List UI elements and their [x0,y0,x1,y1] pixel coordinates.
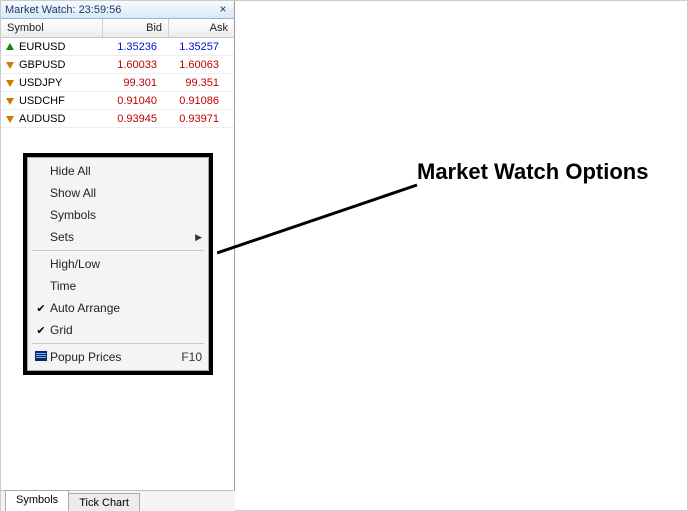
bid-cell: 0.93945 [101,113,163,125]
table-row[interactable]: GBPUSD 1.600331.60063 [1,56,234,74]
menu-item-high-low[interactable]: High/Low [28,253,208,275]
menu-item-grid[interactable]: ✔Grid [28,319,208,341]
menu-item-label: Auto Arrange [50,301,202,315]
submenu-arrow-icon: ▶ [195,232,202,243]
menu-item-label: High/Low [50,257,202,271]
panel-title-time: 23:59:56 [79,4,122,16]
header-bid[interactable]: Bid [103,22,168,34]
quote-rows: EURUSD 1.352361.35257 GBPUSD 1.600331.60063… [1,38,234,128]
menu-item-shortcut: F10 [181,350,202,364]
close-icon[interactable]: × [216,3,230,17]
menu-item-hide-all[interactable]: Hide All [28,160,208,182]
tab-symbols[interactable]: Symbols [5,490,69,511]
arrow-down-icon [5,96,15,106]
bid-cell: 99.301 [101,77,163,89]
table-row[interactable]: USDJPY 99.30199.351 [1,74,234,92]
symbol-cell: AUDUSD [1,113,101,125]
popup-prices-icon [32,351,50,364]
bid-cell: 1.60033 [101,59,163,71]
menu-item-label: Hide All [50,164,202,178]
ask-cell: 1.60063 [163,59,225,71]
menu-item-auto-arrange[interactable]: ✔Auto Arrange [28,297,208,319]
symbol-text: USDJPY [19,77,62,89]
arrow-down-icon [5,60,15,70]
symbol-text: EURUSD [19,41,65,53]
menu-item-symbols[interactable]: Symbols [28,204,208,226]
table-header: Symbol Bid Ask [1,19,234,38]
table-row[interactable]: AUDUSD 0.939450.93971 [1,110,234,128]
ask-cell: 99.351 [163,77,225,89]
ask-cell: 0.91086 [163,95,225,107]
symbol-cell: EURUSD [1,41,101,53]
symbol-cell: USDCHF [1,95,101,107]
ask-cell: 0.93971 [163,113,225,125]
annotation-arrow [217,169,437,269]
header-ask[interactable]: Ask [169,22,234,34]
symbol-text: USDCHF [19,95,65,107]
menu-item-time[interactable]: Time [28,275,208,297]
table-row[interactable]: EURUSD 1.352361.35257 [1,38,234,56]
menu-item-label: Sets [50,230,195,244]
menu-item-label: Popup Prices [50,350,175,364]
tab-tick-chart[interactable]: Tick Chart [68,493,140,511]
menu-item-popup-prices[interactable]: Popup Prices F10 [28,346,208,368]
arrow-up-icon [5,42,15,52]
symbol-text: AUDUSD [19,113,65,125]
menu-item-label: Grid [50,323,202,337]
menu-item-sets[interactable]: Sets▶ [28,226,208,248]
context-menu-callout: Hide All Show All Symbols Sets▶ High/Low Time… [23,153,213,375]
symbol-cell: GBPUSD [1,59,101,71]
menu-item-label: Show All [50,186,202,200]
arrow-down-icon [5,114,15,124]
symbol-text: GBPUSD [19,59,65,71]
ask-cell: 1.35257 [163,41,225,53]
check-icon: ✔ [32,324,50,337]
table-row[interactable]: USDCHF 0.910400.91086 [1,92,234,110]
arrow-down-icon [5,78,15,88]
annotation-label: Market Watch Options [417,159,648,185]
header-symbol[interactable]: Symbol [1,22,102,34]
check-icon: ✔ [32,302,50,315]
panel-tabs: Symbols Tick Chart [1,490,235,511]
menu-item-label: Time [50,279,202,293]
panel-title-prefix: Market Watch: [5,4,79,16]
panel-title: Market Watch: 23:59:56 [5,4,216,16]
bid-cell: 0.91040 [101,95,163,107]
menu-separator [32,250,204,251]
tab-strip-end [139,494,150,511]
menu-item-show-all[interactable]: Show All [28,182,208,204]
panel-titlebar: Market Watch: 23:59:56 × [1,1,234,19]
bid-cell: 1.35236 [101,41,163,53]
menu-separator [32,343,204,344]
context-menu[interactable]: Hide All Show All Symbols Sets▶ High/Low Time… [27,157,209,371]
symbol-cell: USDJPY [1,77,101,89]
menu-item-label: Symbols [50,208,202,222]
